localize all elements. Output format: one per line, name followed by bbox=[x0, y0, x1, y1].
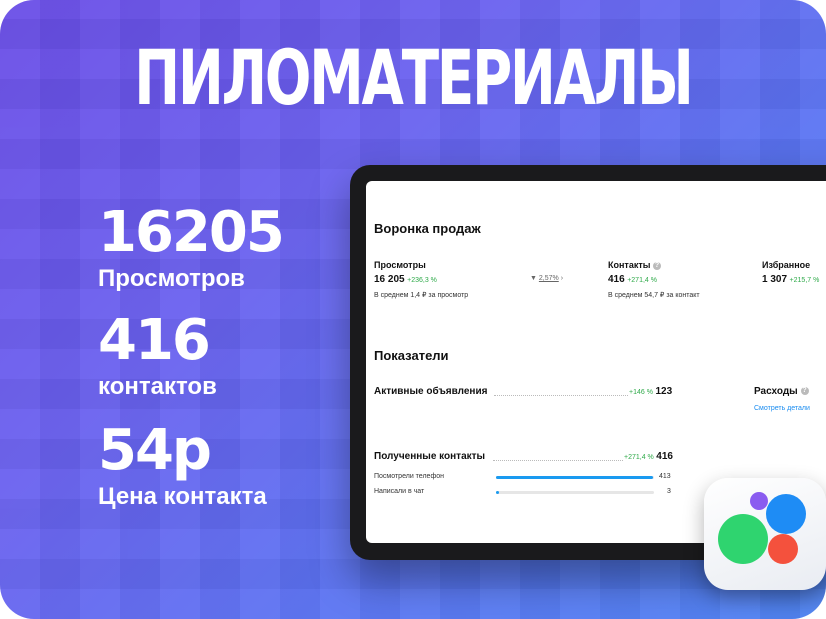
favorites-label: Избранное bbox=[762, 260, 811, 270]
logo-red-circle bbox=[768, 534, 798, 564]
chevron-right-icon: › bbox=[560, 275, 564, 282]
received-contacts-leader bbox=[493, 460, 623, 461]
stat-contact-price: 54р Цена контакта bbox=[98, 423, 267, 511]
phone-views-bar-fill bbox=[496, 476, 653, 479]
stat-views-label: Просмотров bbox=[98, 265, 245, 292]
views-note: В среднем 1,4 ₽ за просмотр bbox=[374, 292, 469, 299]
filter-icon: ▼ bbox=[530, 275, 537, 282]
contacts-note: В среднем 54,7 ₽ за контакт bbox=[608, 292, 700, 299]
phone-views-value: 413 bbox=[659, 473, 671, 480]
stat-contacts-value: 416 bbox=[98, 308, 211, 373]
conversion-badge[interactable]: ▼ 2,57% › bbox=[530, 275, 563, 282]
views-label: Просмотры bbox=[374, 260, 426, 270]
chat-messages-value: 3 bbox=[667, 488, 671, 495]
stat-contact-price-value: 54р bbox=[98, 418, 212, 483]
received-contacts-label: Полученные контакты bbox=[374, 451, 486, 462]
stat-contacts: 416 контактов bbox=[98, 313, 217, 401]
phone-views-bar bbox=[496, 476, 654, 479]
chat-messages-bar bbox=[496, 491, 654, 494]
active-ads-leader bbox=[494, 395, 628, 396]
promo-card: ПИЛОМАТЕРИАЛЫ 16205 Просмотров 416 конта… bbox=[0, 0, 826, 619]
views-metric: 16 205 +236,3 % bbox=[374, 274, 437, 285]
expenses-details-link[interactable]: Смотреть детали bbox=[754, 405, 810, 412]
conversion-value: 2,57% bbox=[538, 275, 559, 282]
favorites-metric: 1 307 +215,7 % bbox=[762, 274, 819, 285]
favorites-change: +215,7 % bbox=[789, 277, 820, 284]
stat-views-value: 16205 bbox=[98, 200, 285, 265]
contacts-label: Контакты bbox=[608, 260, 651, 270]
stat-views: 16205 Просмотров bbox=[98, 200, 285, 293]
page-title: ПИЛОМАТЕРИАЛЫ bbox=[134, 33, 694, 122]
active-ads-value: 123 bbox=[655, 386, 673, 397]
active-ads-metric: +146 % 123 bbox=[629, 386, 672, 397]
expenses-label-row: Расходы ? bbox=[754, 386, 809, 397]
stat-contact-price-label: Цена контакта bbox=[98, 483, 267, 510]
received-contacts-metric: +271,4 % 416 bbox=[624, 451, 673, 462]
received-contacts-value: 416 bbox=[656, 451, 673, 462]
views-value: 16 205 bbox=[374, 274, 405, 285]
help-icon[interactable]: ? bbox=[800, 387, 809, 396]
contacts-metric: 416 +271,4 % bbox=[608, 274, 657, 285]
contacts-change: +271,4 % bbox=[627, 277, 657, 284]
expenses-label: Расходы bbox=[754, 386, 798, 397]
chat-messages-bar-fill bbox=[496, 491, 500, 494]
favorites-value: 1 307 bbox=[762, 274, 788, 285]
chat-messages-label: Написали в чат bbox=[374, 488, 425, 495]
indicators-heading: Показатели bbox=[374, 348, 449, 363]
logo-blue-circle bbox=[766, 494, 806, 534]
active-ads-change: +146 % bbox=[629, 389, 653, 396]
views-change: +236,3 % bbox=[407, 277, 437, 284]
contacts-label-row: Контакты ? bbox=[608, 260, 661, 270]
logo-purple-circle bbox=[750, 492, 768, 510]
funnel-heading: Воронка продаж bbox=[374, 221, 481, 236]
logo-green-circle bbox=[718, 514, 768, 564]
avito-logo bbox=[704, 478, 826, 590]
phone-views-label: Посмотрели телефон bbox=[374, 473, 444, 480]
received-contacts-change: +271,4 % bbox=[624, 454, 654, 461]
active-ads-label: Активные объявления bbox=[374, 386, 488, 397]
help-icon[interactable]: ? bbox=[652, 261, 661, 270]
stat-contacts-label: контактов bbox=[98, 373, 217, 400]
contacts-value: 416 bbox=[608, 274, 625, 285]
